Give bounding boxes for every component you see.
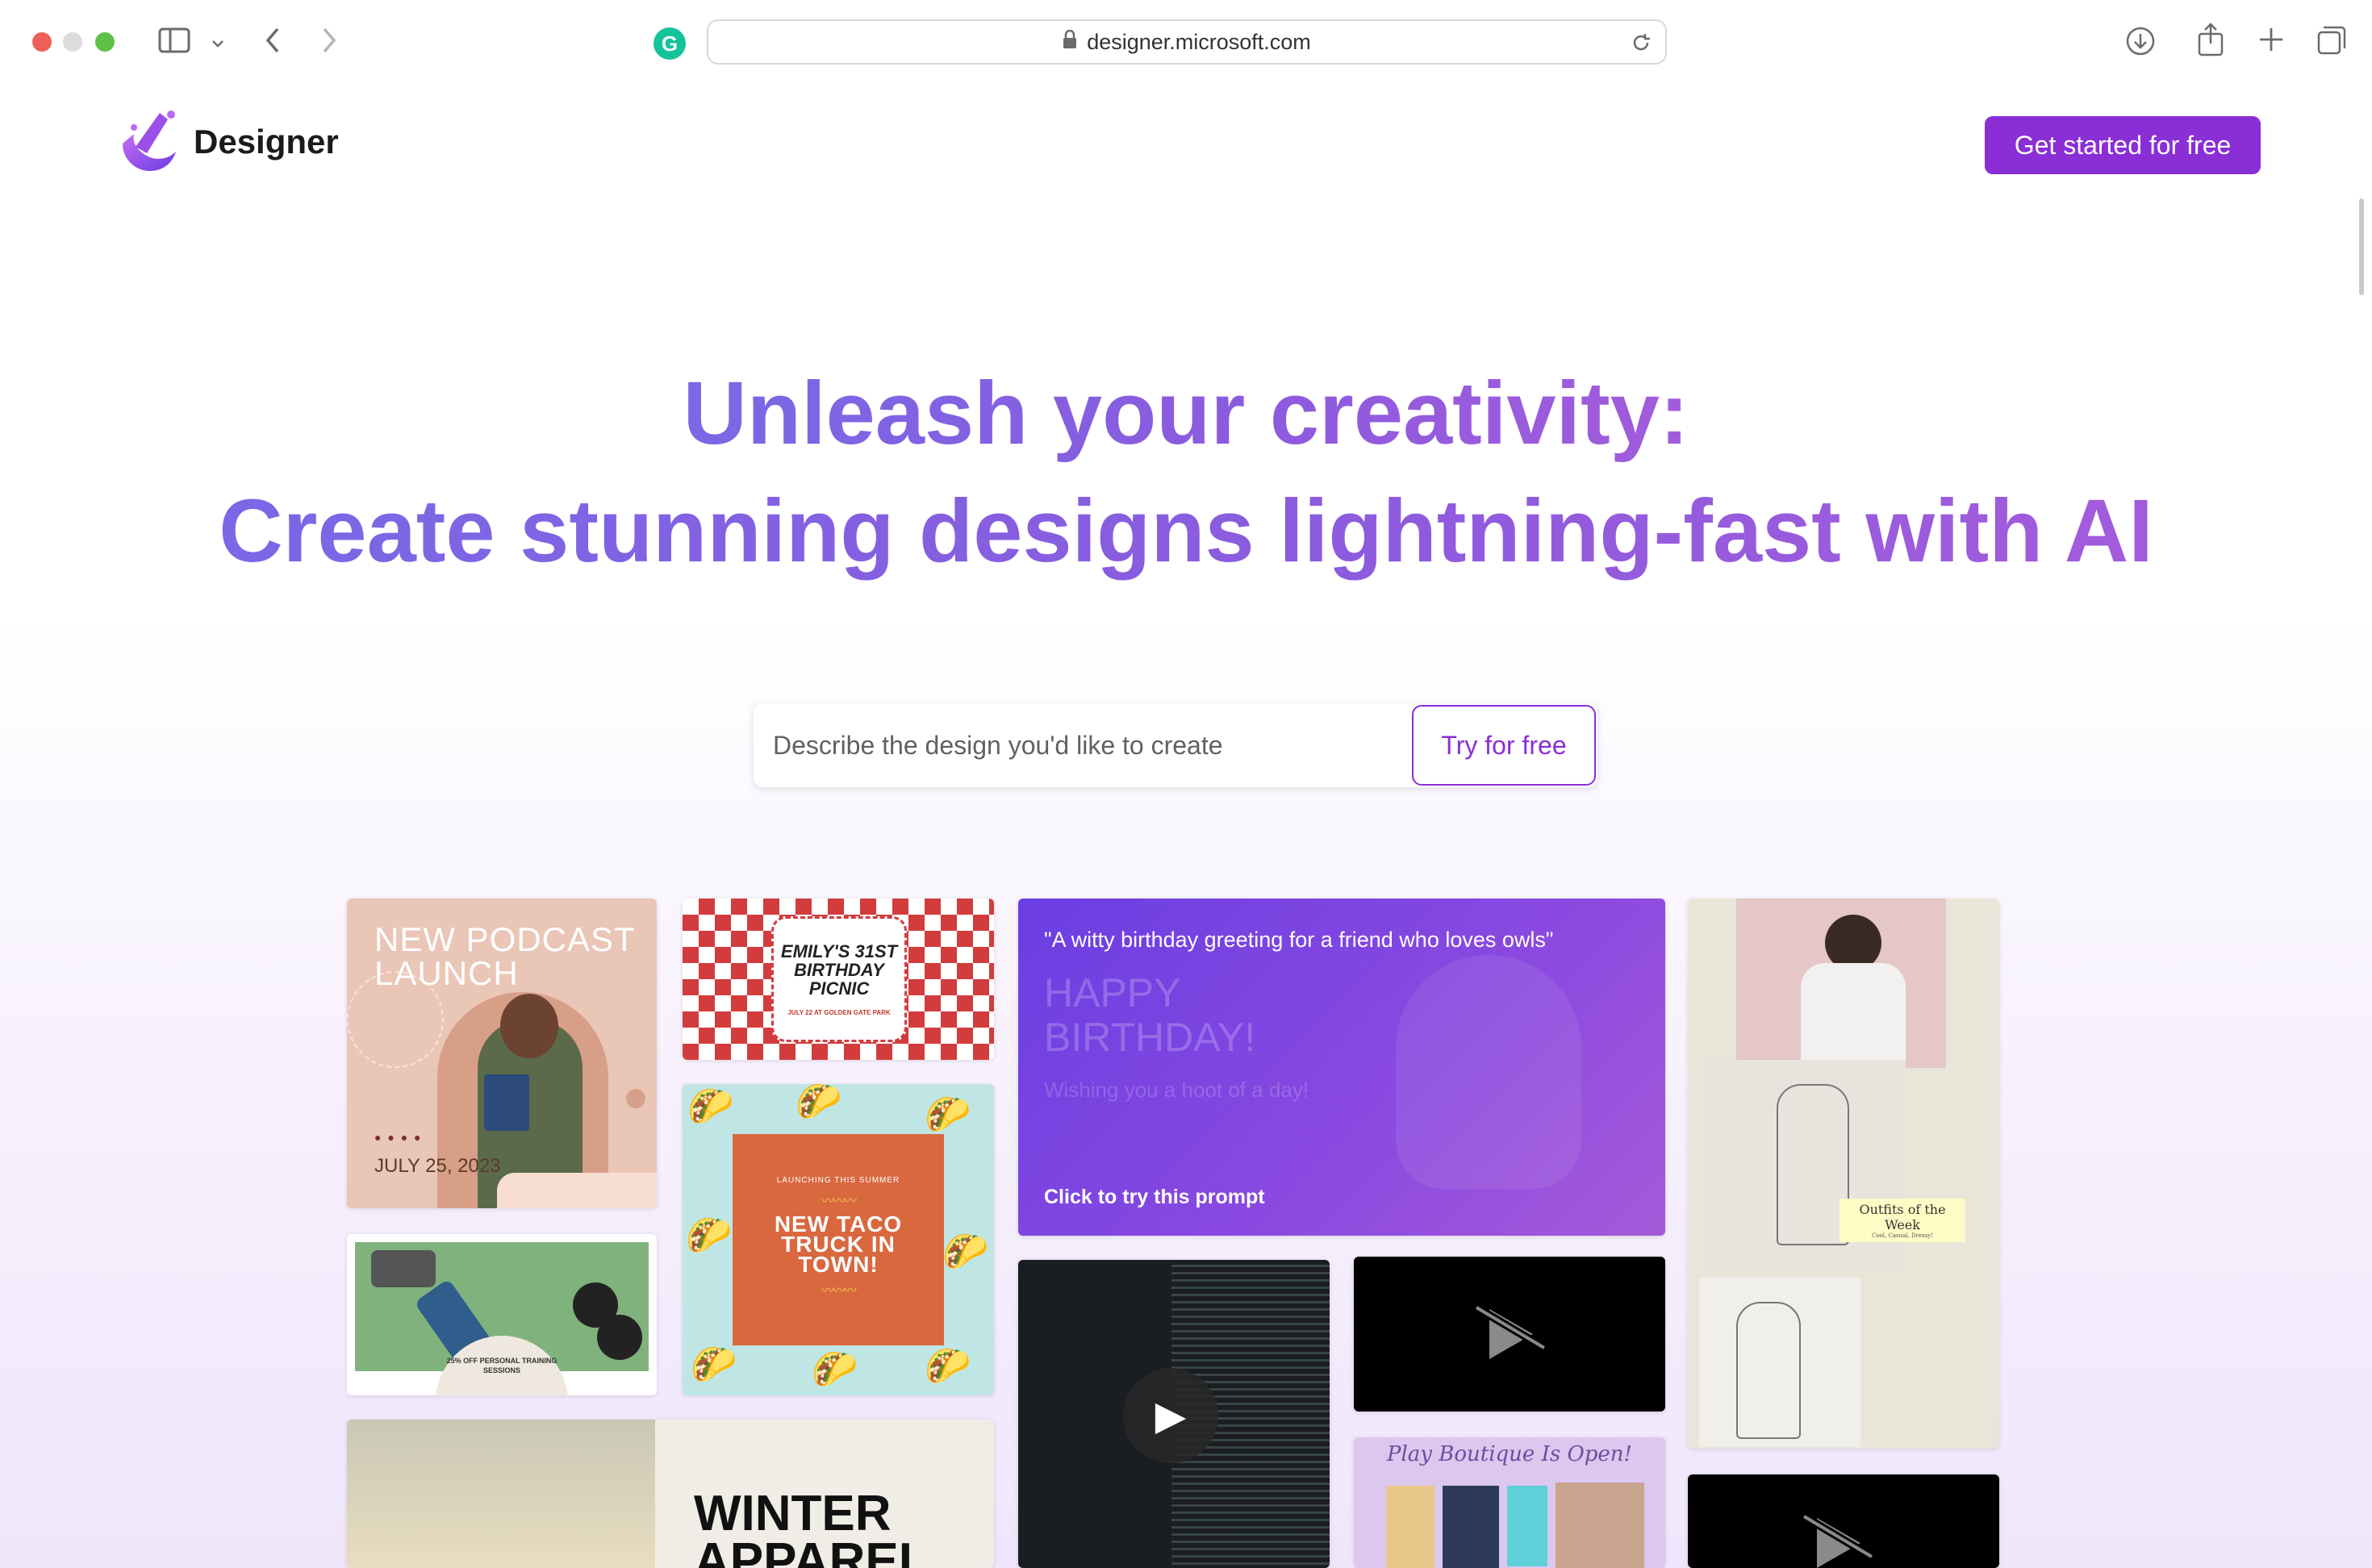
- owl-image: [1396, 955, 1581, 1189]
- fashion-label-title: Outfits of the Week: [1859, 1202, 1946, 1232]
- wave-decoration: 〰〰〰: [821, 1284, 857, 1299]
- chevron-down-icon[interactable]: [210, 29, 226, 56]
- clothes-photo: [1443, 1486, 1499, 1568]
- template-birthday-picnic[interactable]: EMILY'S 31ST BIRTHDAY PICNIC JULY 22 AT …: [683, 899, 994, 1060]
- prompt-search-box: Try for free: [754, 703, 1597, 787]
- prompt-input[interactable]: [773, 719, 1402, 771]
- boutique-title: Play Boutique Is Open!: [1387, 1442, 1632, 1466]
- clothes-photo: [1386, 1486, 1434, 1568]
- podcast-date: JULY 25, 2023: [374, 1155, 501, 1177]
- video-unavailable[interactable]: [1354, 1257, 1665, 1412]
- taco-decoration: 🌮: [687, 1085, 734, 1127]
- template-outfits-week[interactable]: Outfits of the Week Cool, Casual, Dressy…: [1688, 899, 1999, 1449]
- clothes-photo: [1556, 1483, 1644, 1568]
- close-window-button[interactable]: [32, 32, 52, 52]
- try-for-free-button[interactable]: Try for free: [1412, 705, 1596, 786]
- template-personal-training[interactable]: 25% OFF PERSONAL TRAINING SESSIONS: [347, 1234, 657, 1395]
- template-winter-apparel[interactable]: WINTER APPAREL: [347, 1420, 994, 1568]
- taco-decoration: 🌮: [686, 1214, 733, 1256]
- taco-card: LAUNCHING THIS SUMMER 〰〰〰 NEW TACO TRUCK…: [733, 1134, 944, 1345]
- fashion-sketch-1: [1777, 1084, 1849, 1245]
- fashion-photo-1-outfit: [1801, 963, 1906, 1068]
- taco-decoration: 🌮: [812, 1348, 858, 1390]
- template-play-boutique[interactable]: Play Boutique Is Open!: [1354, 1437, 1665, 1568]
- url-text: designer.microsoft.com: [1087, 29, 1311, 54]
- picnic-title: EMILY'S 31ST BIRTHDAY PICNIC: [780, 940, 898, 999]
- grammarly-icon[interactable]: G: [654, 27, 686, 60]
- reload-icon[interactable]: [1630, 31, 1652, 58]
- download-icon[interactable]: [2125, 26, 2156, 60]
- plus-icon[interactable]: [2257, 26, 2285, 57]
- prompt-quote: "A witty birthday greeting for a friend …: [1044, 928, 1554, 952]
- fashion-label: Outfits of the Week Cool, Casual, Dressy…: [1840, 1199, 1965, 1242]
- clothes-photo: [1507, 1486, 1547, 1566]
- tabs-icon[interactable]: [2316, 24, 2348, 60]
- taco-decoration: 🌮: [925, 1093, 971, 1135]
- gear-photo-object: [371, 1250, 436, 1287]
- template-taco-truck[interactable]: 🌮 🌮 🌮 🌮 🌮 🌮 🌮 🌮 LAUNCHING THIS SUMMER 〰〰…: [683, 1084, 994, 1395]
- headline-line-2: Create stunning designs lightning-fast w…: [219, 482, 2153, 581]
- dot-decoration: [626, 1089, 645, 1108]
- template-owl-prompt[interactable]: "A witty birthday greeting for a friend …: [1018, 899, 1665, 1236]
- taco-decoration: 🌮: [942, 1230, 989, 1272]
- bottom-shape: [497, 1173, 657, 1208]
- taco-decoration: 🌮: [691, 1343, 737, 1385]
- try-prompt-link[interactable]: Click to try this prompt: [1044, 1186, 1265, 1209]
- page-scrollbar[interactable]: [2359, 198, 2364, 295]
- taco-decoration: 🌮: [796, 1084, 842, 1122]
- browser-toolbar: G designer.microsoft.com: [0, 0, 2372, 84]
- wave-decoration: 〰〰〰: [821, 1194, 857, 1208]
- picnic-subtitle: JULY 22 AT GOLDEN GATE PARK: [787, 1009, 891, 1017]
- person-photo-head: [500, 994, 558, 1058]
- books-decoration: [484, 1074, 529, 1131]
- video-code-screen[interactable]: ▶: [1018, 1260, 1330, 1568]
- prompt-heading: HAPPY BIRTHDAY!: [1044, 970, 1256, 1060]
- winter-photo: [347, 1420, 655, 1568]
- winter-title: WINTER APPAREL: [694, 1486, 929, 1568]
- brand-name[interactable]: Designer: [194, 123, 339, 161]
- play-icon[interactable]: ▶: [1123, 1368, 1218, 1463]
- headline-line-1: Unleash your creativity:: [683, 364, 1689, 463]
- carousel-dots: ● ● ● ●: [374, 1131, 423, 1144]
- address-bar[interactable]: designer.microsoft.com: [707, 19, 1667, 65]
- designer-logo-icon[interactable]: [115, 106, 182, 174]
- chevron-left-icon[interactable]: [263, 26, 282, 60]
- dumbbell-photo-object: [597, 1315, 642, 1360]
- picnic-card: EMILY'S 31ST BIRTHDAY PICNIC JULY 22 AT …: [771, 916, 907, 1042]
- share-icon[interactable]: [2196, 23, 2225, 60]
- fashion-label-subtitle: Cool, Casual, Dressy!: [1871, 1232, 1934, 1239]
- podcast-title: NEW PODCAST LAUNCH: [374, 920, 635, 992]
- video-off-icon: [1793, 1507, 1881, 1568]
- zoom-window-button[interactable]: [95, 32, 115, 52]
- get-started-button[interactable]: Get started for free: [1985, 116, 2261, 174]
- taco-kicker: LAUNCHING THIS SUMMER: [776, 1175, 900, 1185]
- taco-decoration: 🌮: [925, 1345, 971, 1387]
- prompt-wish: Wishing you a hoot of a day!: [1044, 1078, 1309, 1102]
- fitness-text: 25% OFF PERSONAL TRAINING SESSIONS: [446, 1357, 558, 1374]
- sidebar-icon[interactable]: [158, 27, 190, 58]
- template-podcast-launch[interactable]: NEW PODCAST LAUNCH ● ● ● ● JULY 25, 2023: [347, 899, 657, 1208]
- chevron-right-icon[interactable]: [319, 26, 339, 60]
- fashion-sketch-2: [1736, 1302, 1801, 1439]
- lock-icon: [1063, 29, 1077, 55]
- video-unavailable[interactable]: [1688, 1474, 1999, 1568]
- video-off-icon: [1354, 1257, 1665, 1412]
- taco-title: NEW TACO TRUCK IN TOWN!: [774, 1211, 903, 1278]
- minimize-window-button[interactable]: [63, 32, 82, 52]
